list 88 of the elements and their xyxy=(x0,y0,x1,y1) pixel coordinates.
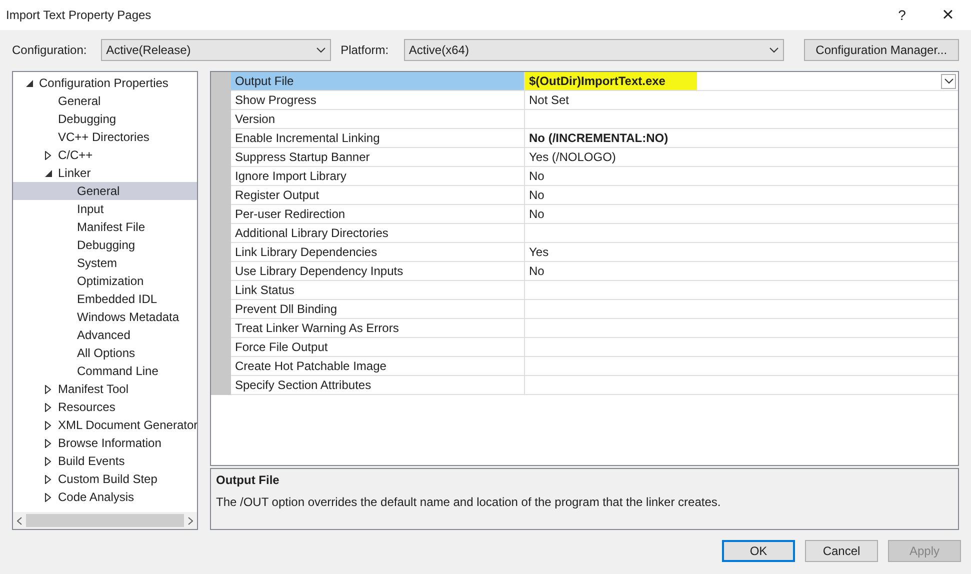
property-row[interactable]: Output File $(OutDir)ImportText.exe xyxy=(231,72,958,91)
platform-dropdown[interactable]: Active(x64) xyxy=(404,39,784,61)
property-name: Enable Incremental Linking xyxy=(231,129,525,147)
property-name: Specify Section Attributes xyxy=(231,376,525,394)
property-name: Per-user Redirection xyxy=(231,205,525,223)
property-name: Force File Output xyxy=(231,338,525,356)
help-button[interactable]: ? xyxy=(879,0,925,30)
tree-item[interactable]: Windows Metadata xyxy=(13,308,197,326)
tree-item[interactable]: C/C++ xyxy=(13,146,197,164)
dialog-button[interactable]: Cancel xyxy=(805,540,878,562)
platform-label: Platform: xyxy=(340,42,390,59)
description-text: The /OUT option overrides the default name and location of the program that the linker creates. xyxy=(216,494,722,512)
property-value[interactable]: Yes (/NOLOGO) xyxy=(525,148,620,166)
property-value[interactable]: No xyxy=(525,262,548,280)
property-row[interactable]: Suppress Startup Banner Yes (/NOLOGO) xyxy=(231,148,958,167)
tree-item[interactable]: VC++ Directories xyxy=(13,128,197,146)
property-row[interactable]: Register Output No xyxy=(231,186,958,205)
expanded-triangle-icon[interactable] xyxy=(44,170,52,176)
property-name: Prevent Dll Binding xyxy=(231,300,525,318)
description-title: Output File xyxy=(216,472,280,490)
tree-item[interactable]: General xyxy=(13,92,197,110)
tree-item[interactable]: General xyxy=(13,182,197,200)
property-row[interactable]: Link Library Dependencies Yes xyxy=(231,243,958,262)
tree-item[interactable]: Input xyxy=(13,200,197,218)
tree-item[interactable]: Linker xyxy=(13,164,197,182)
tree-item[interactable]: Manifest Tool xyxy=(13,380,197,398)
close-button[interactable]: × xyxy=(925,0,971,30)
tree-item[interactable]: Resources xyxy=(13,398,197,416)
property-name: Register Output xyxy=(231,186,525,204)
property-name: Ignore Import Library xyxy=(231,167,525,185)
tree-item[interactable]: Optimization xyxy=(13,272,197,290)
property-name: Create Hot Patchable Image xyxy=(231,357,525,375)
property-value[interactable]: Yes xyxy=(525,243,553,261)
tree-item[interactable]: Configuration Properties xyxy=(13,74,197,92)
property-value[interactable]: No xyxy=(525,186,548,204)
property-row[interactable]: Force File Output xyxy=(231,338,958,357)
expanded-triangle-icon[interactable] xyxy=(26,80,32,86)
tree-item[interactable]: Embedded IDL xyxy=(13,290,197,308)
property-name: Version xyxy=(231,110,525,128)
configuration-label: Configuration: xyxy=(12,42,88,59)
tree-item[interactable]: Code Analysis xyxy=(13,488,197,506)
scroll-right-icon[interactable] xyxy=(188,516,193,524)
dialog-button[interactable]: OK xyxy=(722,540,795,562)
property-row[interactable]: Per-user Redirection No xyxy=(231,205,958,224)
property-value[interactable]: $(OutDir)ImportText.exe xyxy=(525,72,697,90)
tree-item[interactable]: Advanced xyxy=(13,326,197,344)
configuration-manager-button[interactable]: Configuration Manager... xyxy=(804,39,959,61)
collapsed-triangle-icon[interactable] xyxy=(45,150,51,160)
tree-item[interactable]: Debugging xyxy=(13,236,197,254)
chevron-down-icon xyxy=(316,47,326,53)
window-title: Import Text Property Pages xyxy=(6,7,152,24)
tree-item[interactable]: Browse Information xyxy=(13,434,197,452)
scroll-left-icon[interactable] xyxy=(17,516,22,524)
configuration-dropdown[interactable]: Active(Release) xyxy=(101,39,331,61)
property-row[interactable]: Link Status xyxy=(231,281,958,300)
property-value[interactable]: Not Set xyxy=(525,91,574,109)
chevron-down-icon xyxy=(944,78,954,84)
property-row[interactable]: Create Hot Patchable Image xyxy=(231,357,958,376)
property-row[interactable]: Specify Section Attributes xyxy=(231,376,958,395)
property-row[interactable]: Version xyxy=(231,110,958,129)
property-name: Output File xyxy=(231,72,525,90)
property-name: Additional Library Directories xyxy=(231,224,525,242)
property-row[interactable]: Use Library Dependency Inputs No xyxy=(231,262,958,281)
property-name: Link Library Dependencies xyxy=(231,243,525,261)
tree-item[interactable]: Build Events xyxy=(13,452,197,470)
property-row[interactable]: Treat Linker Warning As Errors xyxy=(231,319,958,338)
property-row[interactable]: Prevent Dll Binding xyxy=(231,300,958,319)
property-name: Show Progress xyxy=(231,91,525,109)
property-row[interactable]: Enable Incremental Linking No (/INCREMENTAL:NO) xyxy=(231,129,958,148)
property-row[interactable]: Additional Library Directories xyxy=(231,224,958,243)
property-value[interactable]: No xyxy=(525,167,548,185)
property-row[interactable]: Ignore Import Library No xyxy=(231,167,958,186)
property-name: Use Library Dependency Inputs xyxy=(231,262,525,280)
tree-item[interactable]: All Options xyxy=(13,344,197,362)
tree-item[interactable]: Manifest File xyxy=(13,218,197,236)
property-name: Link Status xyxy=(231,281,525,299)
property-name: Suppress Startup Banner xyxy=(231,148,525,166)
scrollbar-thumb[interactable] xyxy=(26,514,184,527)
horizontal-scrollbar[interactable] xyxy=(13,512,197,529)
property-name: Treat Linker Warning As Errors xyxy=(231,319,525,337)
chevron-down-icon xyxy=(768,47,779,53)
property-row[interactable]: Show Progress Not Set xyxy=(231,91,958,110)
property-value[interactable]: No xyxy=(525,205,548,223)
tree-item[interactable]: System xyxy=(13,254,197,272)
property-value[interactable]: No (/INCREMENTAL:NO) xyxy=(525,129,672,147)
tree-item[interactable]: Debugging xyxy=(13,110,197,128)
tree-item[interactable]: Custom Build Step xyxy=(13,470,197,488)
tree-item[interactable]: Command Line xyxy=(13,362,197,380)
